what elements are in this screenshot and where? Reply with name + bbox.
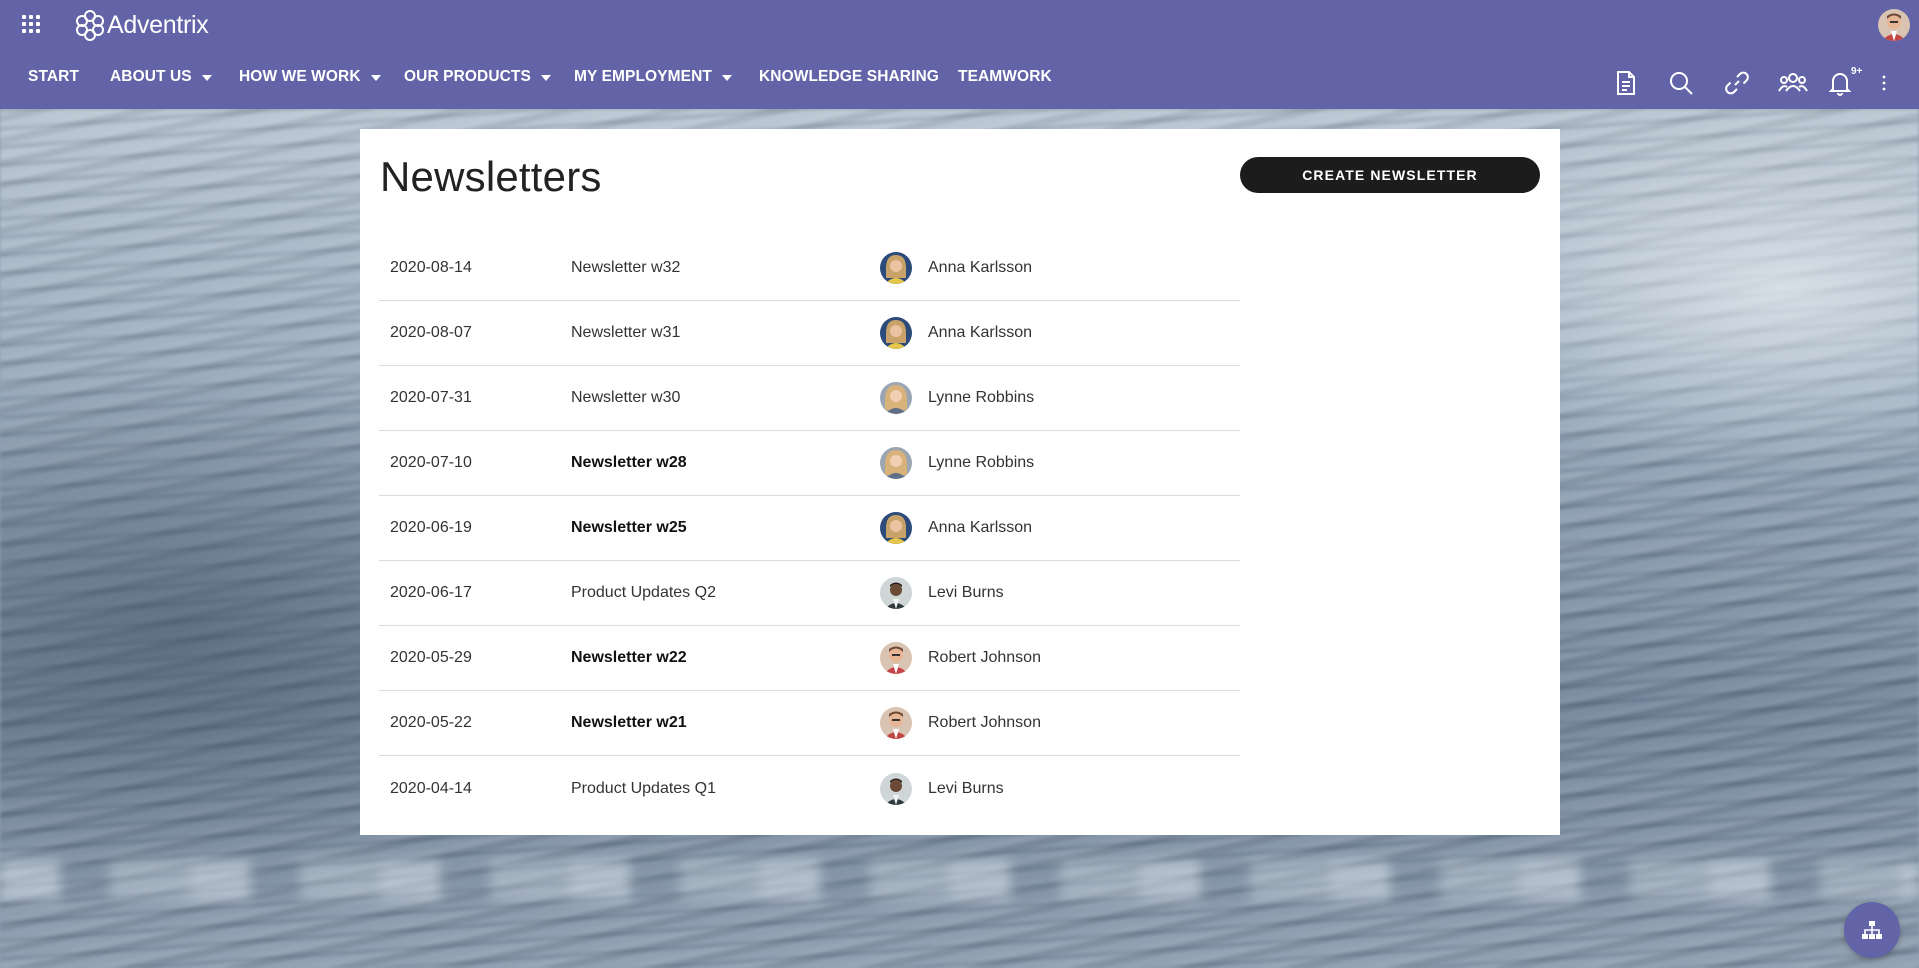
- newsletter-title[interactable]: Newsletter w28: [571, 454, 687, 472]
- newsletter-author: Anna Karlsson: [928, 324, 1033, 341]
- newsletter-date: 2020-07-31: [390, 389, 472, 406]
- newsletter-date: 2020-07-10: [390, 454, 472, 471]
- newsletter-title[interactable]: Newsletter w21: [571, 714, 687, 732]
- newsletter-title[interactable]: Newsletter w31: [571, 324, 680, 342]
- newsletter-author: Anna Karlsson: [928, 259, 1033, 276]
- newsletter-date: 2020-05-22: [390, 714, 472, 731]
- newsletter-row[interactable]: 2020-05-29 Newsletter w22 Robert Johnson: [379, 626, 1240, 691]
- newsletter-title[interactable]: Newsletter w30: [571, 389, 680, 407]
- brand-logo[interactable]: Adventrix: [74, 9, 209, 41]
- sitemap-button[interactable]: [1844, 902, 1900, 958]
- caret-down-icon: [721, 75, 732, 81]
- author-avatar: [880, 577, 912, 609]
- caret-down-icon: [201, 75, 212, 81]
- caret-down-icon: [370, 75, 381, 81]
- page-title: Newsletters: [380, 153, 602, 200]
- nav-start[interactable]: START: [28, 64, 79, 90]
- newsletter-date: 2020-04-14: [390, 779, 472, 797]
- sitemap-icon: [1862, 921, 1882, 939]
- newsletter-author: Anna Karlsson: [928, 519, 1033, 536]
- newsletter-author: Levi Burns: [928, 779, 1004, 797]
- author-avatar: [880, 447, 912, 479]
- author-avatar: [880, 252, 912, 284]
- newsletter-title[interactable]: Newsletter w25: [571, 519, 687, 537]
- newsletter-title[interactable]: Product Updates Q1: [571, 780, 716, 798]
- background-band: [0, 860, 1919, 900]
- newsletter-row[interactable]: 2020-07-31 Newsletter w30 Lynne Robbins: [379, 366, 1240, 431]
- nav-how-we-work-label: HOW WE WORK: [239, 68, 361, 85]
- nav-our-products-label: OUR PRODUCTS: [404, 68, 531, 85]
- nav-my-employment-label: MY EMPLOYMENT: [574, 68, 712, 85]
- nav-my-employment[interactable]: MY EMPLOYMENT: [574, 64, 732, 90]
- newsletter-author: Lynne Robbins: [928, 454, 1035, 471]
- more-vertical-icon[interactable]: [1867, 66, 1901, 100]
- newsletter-row[interactable]: 2020-07-10 Newsletter w28 Lynne Robbins: [379, 431, 1240, 496]
- author-avatar: [880, 512, 912, 544]
- author-avatar: [880, 317, 912, 349]
- nav-our-products[interactable]: OUR PRODUCTS: [404, 64, 551, 90]
- top-bar: Adventrix START ABOUT US HOW WE WORK OUR…: [0, 0, 1919, 109]
- newsletter-date: 2020-06-17: [390, 584, 472, 601]
- author-avatar: [880, 707, 912, 739]
- newsletter-row[interactable]: 2020-04-14 Product Updates Q1 Levi Burns: [379, 756, 1240, 821]
- newsletter-date: 2020-08-07: [390, 324, 472, 341]
- newsletter-row[interactable]: 2020-06-19 Newsletter w25 Anna Karlsson: [379, 496, 1240, 561]
- nav-about-us[interactable]: ABOUT US: [110, 64, 212, 90]
- document-icon[interactable]: [1609, 66, 1643, 100]
- nav-knowledge-sharing-label: KNOWLEDGE SHARING: [759, 68, 939, 85]
- nav-start-label: START: [28, 68, 80, 85]
- user-avatar[interactable]: [1878, 9, 1910, 41]
- brand-name: Adventrix: [107, 10, 209, 39]
- newsletter-row[interactable]: 2020-05-22 Newsletter w21 Robert Johnson: [379, 691, 1240, 756]
- newsletter-author: Robert Johnson: [928, 649, 1041, 666]
- nav-about-us-label: ABOUT US: [110, 68, 192, 85]
- people-icon[interactable]: [1776, 66, 1810, 100]
- create-newsletter-button[interactable]: CREATE NEWSLETTER: [1240, 157, 1540, 193]
- newsletter-title[interactable]: Newsletter w32: [571, 259, 680, 277]
- newsletter-date: 2020-06-19: [390, 519, 472, 536]
- newsletter-title[interactable]: Product Updates Q2: [571, 584, 716, 602]
- caret-down-icon: [540, 75, 551, 81]
- newsletter-row[interactable]: 2020-06-17 Product Updates Q2 Levi Burns: [379, 561, 1240, 626]
- newsletter-title[interactable]: Newsletter w22: [571, 649, 687, 667]
- nav-teamwork-label: TEAMWORK: [958, 68, 1052, 85]
- app-launcher-icon[interactable]: [22, 15, 40, 33]
- newsletter-row[interactable]: 2020-08-07 Newsletter w31 Anna Karlsson: [379, 301, 1240, 366]
- newsletter-author: Levi Burns: [928, 584, 1004, 601]
- newsletter-date: 2020-05-29: [390, 649, 472, 666]
- newsletters-panel: Newsletters CREATE NEWSLETTER 2020-08-14…: [360, 129, 1560, 835]
- link-icon[interactable]: [1720, 66, 1754, 100]
- newsletter-date: 2020-08-14: [390, 259, 472, 276]
- search-icon[interactable]: [1664, 66, 1698, 100]
- newsletter-list: 2020-08-14 Newsletter w32 Anna Karlsson …: [379, 236, 1240, 821]
- notification-badge: 9+: [1851, 66, 1863, 77]
- newsletter-author: Lynne Robbins: [928, 389, 1035, 406]
- author-avatar: [880, 642, 912, 674]
- newsletter-row[interactable]: 2020-08-14 Newsletter w32 Anna Karlsson: [379, 236, 1240, 301]
- newsletter-author: Robert Johnson: [928, 714, 1041, 731]
- nav-teamwork[interactable]: TEAMWORK: [958, 64, 1052, 90]
- nav-knowledge-sharing[interactable]: KNOWLEDGE SHARING: [759, 64, 939, 90]
- author-avatar: [880, 382, 912, 414]
- nav-how-we-work[interactable]: HOW WE WORK: [239, 64, 381, 90]
- author-avatar: [880, 772, 912, 805]
- logo-icon: [76, 10, 104, 41]
